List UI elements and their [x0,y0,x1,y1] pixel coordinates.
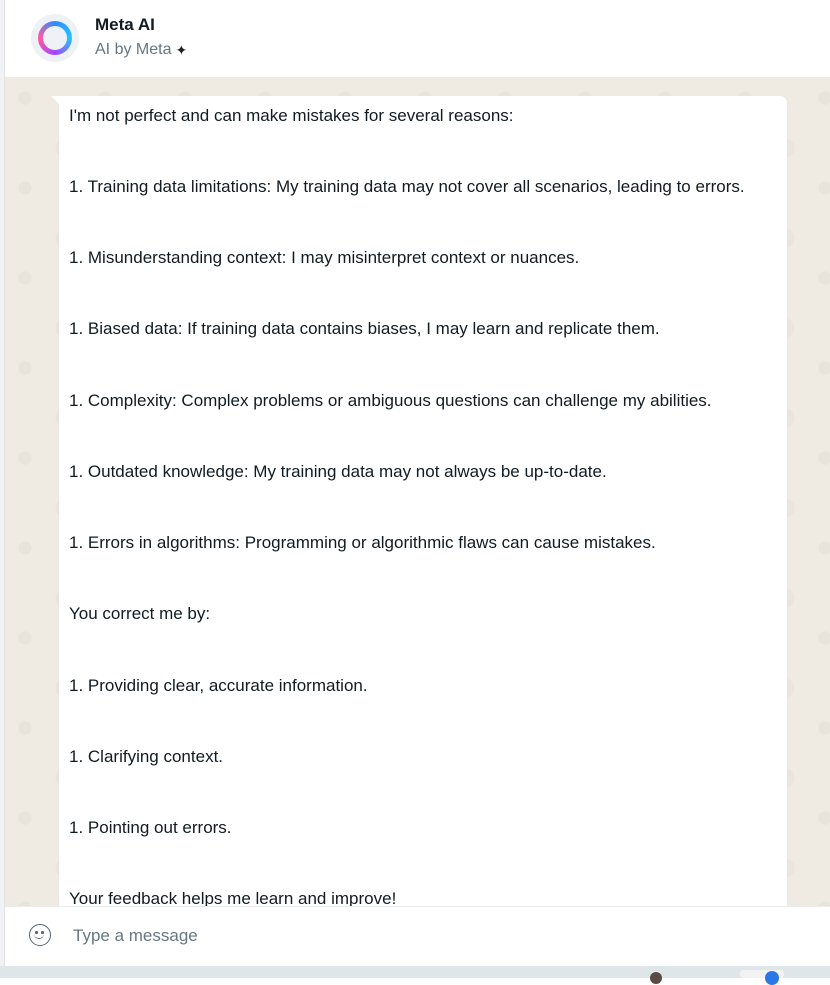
message-composer [5,906,830,966]
message-line: Your feedback helps me learn and improve… [69,889,397,906]
chat-area[interactable]: I'm not perfect and can make mistakes fo… [5,78,830,906]
contact-subtitle-text: AI by Meta [95,41,172,58]
message-line: 1. Providing clear, accurate information… [69,676,368,695]
incoming-message-bubble[interactable] [59,96,787,906]
meta-ai-avatar[interactable] [31,14,79,62]
message-line: 1. Outdated knowledge: My training data … [69,462,607,481]
message-line: 1. Clarifying context. [69,747,224,766]
taskbar-app-icon[interactable] [765,971,779,985]
taskbar [0,966,830,985]
message-line: 1. Misunderstanding context: I may misin… [69,248,580,267]
message-line: I'm not perfect and can make mistakes fo… [69,106,514,125]
message-line: 1. Training data limitations: My trainin… [69,177,745,196]
message-line: 1. Pointing out errors. [69,818,232,837]
emoji-icon[interactable] [29,924,51,946]
contact-name: Meta AI [95,15,155,34]
message-line: 1. Biased data: If training data contain… [69,319,660,338]
chat-header[interactable]: Meta AI AI by Meta ✦ [5,0,830,78]
taskbar-avatar-icon[interactable] [650,972,662,984]
contact-subtitle: AI by Meta ✦ [95,41,187,59]
message-line: 1. Errors in algorithms: Programming or … [69,533,656,552]
bubble-tail [51,96,59,104]
sparkle-icon: ✦ [175,41,188,58]
meta-ai-ring-icon [38,21,72,55]
message-line: You correct me by: [69,604,211,623]
message-input[interactable] [71,917,775,955]
message-line: 1. Complexity: Complex problems or ambig… [69,391,712,410]
